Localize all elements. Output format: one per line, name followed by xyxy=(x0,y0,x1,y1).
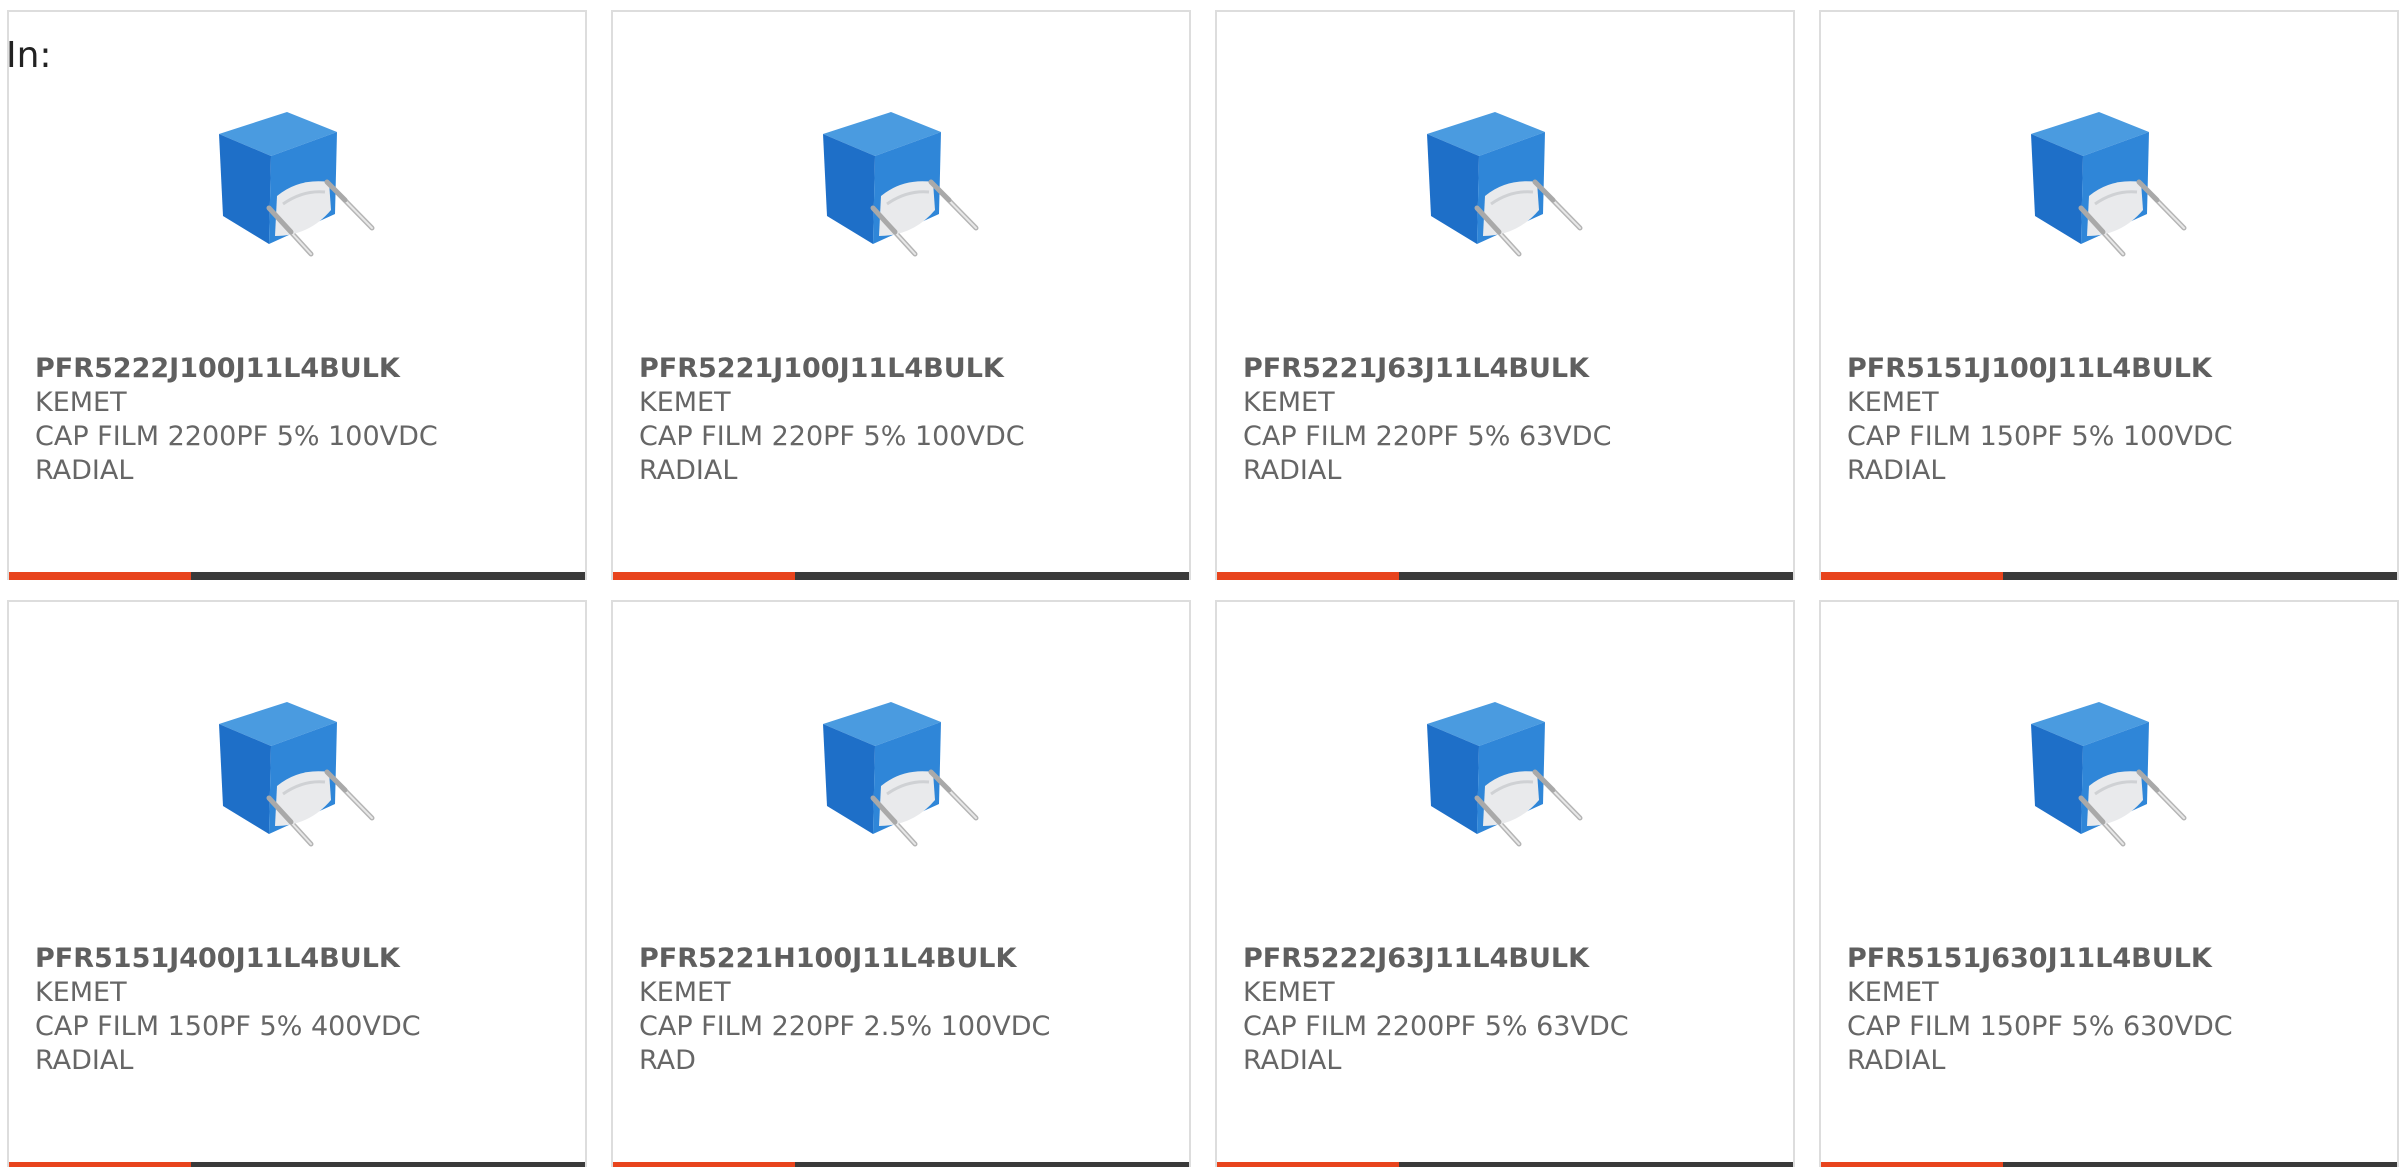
description-line-1: CAP FILM 150PF 5% 100VDC xyxy=(1847,421,2233,452)
film-capacitor-image-graphic xyxy=(803,86,1003,286)
description-line-1: CAP FILM 2200PF 5% 63VDC xyxy=(1243,1011,1629,1042)
card-footer-bar xyxy=(9,572,585,580)
accent-segment xyxy=(1217,572,1399,580)
film-capacitor-image[interactable] xyxy=(803,676,1003,876)
manufacturer: KEMET xyxy=(35,387,127,418)
card-footer-bar xyxy=(1821,572,2397,580)
card-footer-bar xyxy=(613,572,1189,580)
card-footer-bar xyxy=(1217,572,1793,580)
film-capacitor-image-graphic xyxy=(1407,676,1607,876)
accent-segment xyxy=(613,572,795,580)
film-capacitor-image-graphic xyxy=(2011,676,2211,876)
product-info: PFR5151J400J11L4BULK KEMET CAP FILM 150P… xyxy=(35,942,565,1078)
film-capacitor-image[interactable] xyxy=(2011,676,2211,876)
description-line-1: CAP FILM 150PF 5% 630VDC xyxy=(1847,1011,2233,1042)
accent-segment xyxy=(9,572,191,580)
accent-segment xyxy=(1217,1162,1399,1167)
product-card[interactable]: PFR5221H100J11L4BULK KEMET CAP FILM 220P… xyxy=(611,600,1191,1167)
accent-segment xyxy=(613,1162,795,1167)
product-grid: PFR5222J100J11L4BULK KEMET CAP FILM 2200… xyxy=(7,10,2400,1167)
description-line-2: RADIAL xyxy=(35,1045,134,1076)
film-capacitor-image[interactable] xyxy=(1407,86,1607,286)
description-line-1: CAP FILM 2200PF 5% 100VDC xyxy=(35,421,438,452)
card-footer-bar xyxy=(9,1162,585,1167)
product-info: PFR5221J100J11L4BULK KEMET CAP FILM 220P… xyxy=(639,352,1169,488)
product-card[interactable]: PFR5151J100J11L4BULK KEMET CAP FILM 150P… xyxy=(1819,10,2399,580)
manufacturer: KEMET xyxy=(639,977,731,1008)
part-number[interactable]: PFR5221H100J11L4BULK xyxy=(639,942,1169,976)
product-info: PFR5151J630J11L4BULK KEMET CAP FILM 150P… xyxy=(1847,942,2377,1078)
film-capacitor-image[interactable] xyxy=(1407,676,1607,876)
part-number[interactable]: PFR5151J400J11L4BULK xyxy=(35,942,565,976)
in-label: In: xyxy=(6,35,52,76)
product-card[interactable]: PFR5151J630J11L4BULK KEMET CAP FILM 150P… xyxy=(1819,600,2399,1167)
part-number[interactable]: PFR5151J630J11L4BULK xyxy=(1847,942,2377,976)
description-line-2: RADIAL xyxy=(1847,1045,1946,1076)
product-card[interactable]: PFR5151J400J11L4BULK KEMET CAP FILM 150P… xyxy=(7,600,587,1167)
card-footer-bar xyxy=(613,1162,1189,1167)
product-card[interactable]: PFR5221J63J11L4BULK KEMET CAP FILM 220PF… xyxy=(1215,10,1795,580)
accent-segment xyxy=(1821,1162,2003,1167)
description-line-2: RADIAL xyxy=(35,455,134,486)
film-capacitor-image-graphic xyxy=(803,676,1003,876)
manufacturer: KEMET xyxy=(639,387,731,418)
product-info: PFR5221H100J11L4BULK KEMET CAP FILM 220P… xyxy=(639,942,1169,1078)
description-line-1: CAP FILM 220PF 5% 63VDC xyxy=(1243,421,1612,452)
manufacturer: KEMET xyxy=(1847,977,1939,1008)
part-number[interactable]: PFR5222J63J11L4BULK xyxy=(1243,942,1773,976)
description-line-1: CAP FILM 220PF 5% 100VDC xyxy=(639,421,1025,452)
description-line-1: CAP FILM 150PF 5% 400VDC xyxy=(35,1011,421,1042)
product-info: PFR5222J63J11L4BULK KEMET CAP FILM 2200P… xyxy=(1243,942,1773,1078)
description-line-1: CAP FILM 220PF 2.5% 100VDC xyxy=(639,1011,1051,1042)
description-line-2: RADIAL xyxy=(639,455,738,486)
accent-segment xyxy=(9,1162,191,1167)
product-card[interactable]: PFR5222J100J11L4BULK KEMET CAP FILM 2200… xyxy=(7,10,587,580)
film-capacitor-image-graphic xyxy=(199,676,399,876)
part-number[interactable]: PFR5221J100J11L4BULK xyxy=(639,352,1169,386)
part-number[interactable]: PFR5151J100J11L4BULK xyxy=(1847,352,2377,386)
card-footer-bar xyxy=(1217,1162,1793,1167)
film-capacitor-image[interactable] xyxy=(2011,86,2211,286)
film-capacitor-image[interactable] xyxy=(199,86,399,286)
accent-segment xyxy=(1821,572,2003,580)
part-number[interactable]: PFR5221J63J11L4BULK xyxy=(1243,352,1773,386)
manufacturer: KEMET xyxy=(1847,387,1939,418)
product-info: PFR5151J100J11L4BULK KEMET CAP FILM 150P… xyxy=(1847,352,2377,488)
product-card[interactable]: PFR5222J63J11L4BULK KEMET CAP FILM 2200P… xyxy=(1215,600,1795,1167)
description-line-2: RAD xyxy=(639,1045,696,1076)
film-capacitor-image[interactable] xyxy=(803,86,1003,286)
card-footer-bar xyxy=(1821,1162,2397,1167)
manufacturer: KEMET xyxy=(1243,977,1335,1008)
film-capacitor-image-graphic xyxy=(2011,86,2211,286)
manufacturer: KEMET xyxy=(35,977,127,1008)
part-number[interactable]: PFR5222J100J11L4BULK xyxy=(35,352,565,386)
description-line-2: RADIAL xyxy=(1243,455,1342,486)
film-capacitor-image-graphic xyxy=(199,86,399,286)
film-capacitor-image[interactable] xyxy=(199,676,399,876)
product-card[interactable]: PFR5221J100J11L4BULK KEMET CAP FILM 220P… xyxy=(611,10,1191,580)
film-capacitor-image-graphic xyxy=(1407,86,1607,286)
product-grid-page: In: PFR5222J100J11L4BULK KEMET CAP FILM … xyxy=(0,0,2400,1167)
manufacturer: KEMET xyxy=(1243,387,1335,418)
product-info: PFR5221J63J11L4BULK KEMET CAP FILM 220PF… xyxy=(1243,352,1773,488)
product-info: PFR5222J100J11L4BULK KEMET CAP FILM 2200… xyxy=(35,352,565,488)
description-line-2: RADIAL xyxy=(1243,1045,1342,1076)
description-line-2: RADIAL xyxy=(1847,455,1946,486)
